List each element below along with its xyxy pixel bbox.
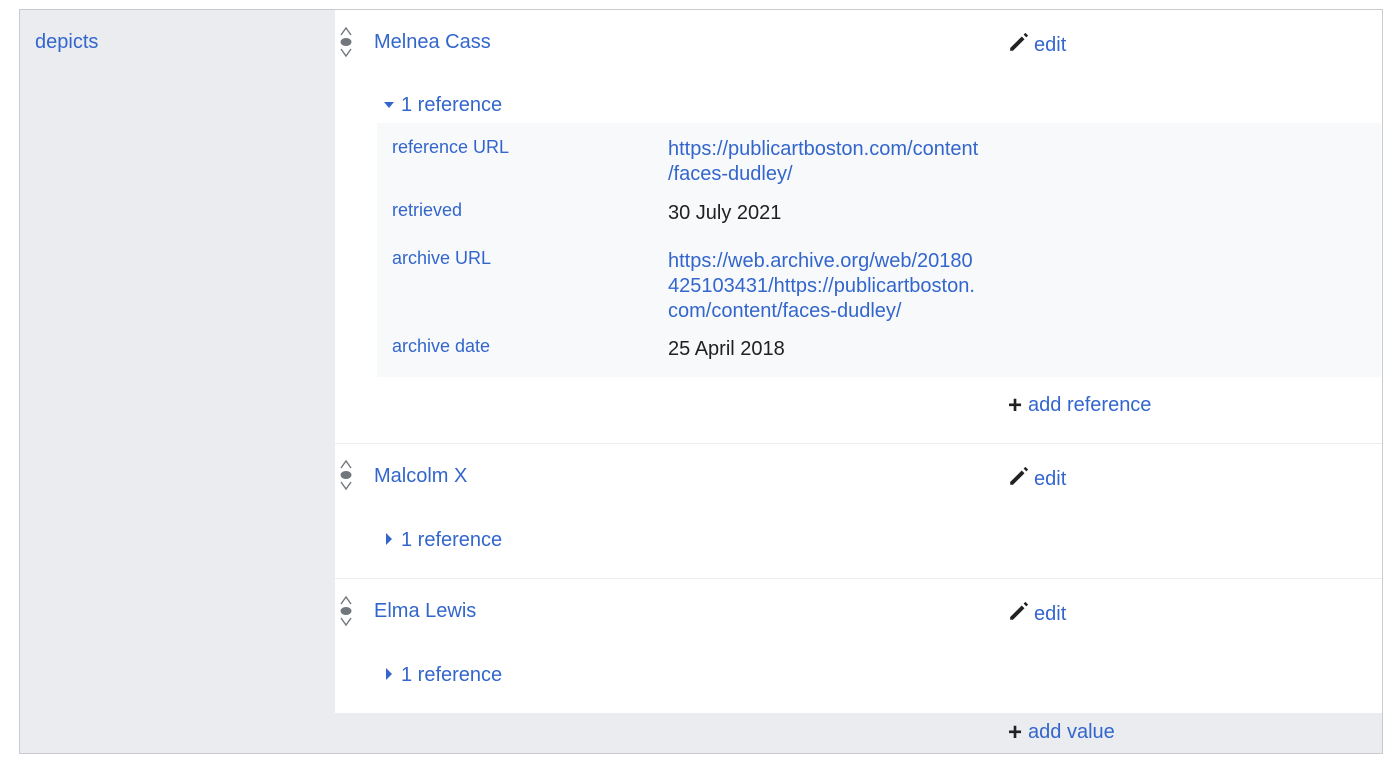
edit-button[interactable]: edit: [1008, 465, 1066, 493]
reference-block: reference URL https://publicartboston.co…: [377, 123, 1381, 377]
normal-rank-icon[interactable]: [339, 459, 353, 496]
statement-malcolm-x: Malcolm X edit 1 reference: [335, 444, 1382, 579]
references-toggle[interactable]: 1 reference: [383, 664, 502, 687]
reference-property[interactable]: archive URL: [392, 248, 491, 269]
add-value-label: add value: [1028, 721, 1115, 743]
statement-value[interactable]: Elma Lewis: [374, 600, 476, 623]
edit-label: edit: [1034, 602, 1067, 625]
statement-list: Melnea Cass edit 1 reference reference U…: [335, 10, 1382, 713]
reference-value: 30 July 2021: [668, 202, 782, 224]
triangle-right-icon: [383, 529, 395, 552]
plus-icon: +: [1008, 718, 1023, 746]
edit-button[interactable]: edit: [1008, 600, 1066, 628]
reference-value-link[interactable]: https://publicartboston.com/content /fac…: [668, 137, 998, 187]
statement-elma-lewis: Elma Lewis edit 1 reference: [335, 579, 1382, 713]
add-value-button[interactable]: + add value: [1008, 718, 1115, 746]
statement-value[interactable]: Melnea Cass: [374, 31, 491, 54]
reference-property[interactable]: retrieved: [392, 200, 462, 221]
normal-rank-icon[interactable]: [339, 595, 353, 632]
references-count: 1 reference: [401, 94, 503, 116]
triangle-right-icon: [383, 664, 395, 687]
statement-value[interactable]: Malcolm X: [374, 465, 467, 488]
normal-rank-icon[interactable]: [339, 26, 353, 63]
reference-value-link[interactable]: https://web.archive.org/web/20180 425103…: [668, 249, 998, 324]
references-toggle[interactable]: 1 reference: [383, 94, 502, 117]
statement-group-depicts: depicts Melnea Cass edit 1 reference ref…: [19, 9, 1383, 754]
edit-label: edit: [1034, 467, 1067, 490]
plus-icon: +: [1008, 391, 1023, 419]
references-toggle[interactable]: 1 reference: [383, 529, 502, 552]
add-reference-label: add reference: [1028, 394, 1152, 416]
triangle-down-icon: [383, 94, 395, 117]
property-label-depicts[interactable]: depicts: [35, 31, 98, 54]
statement-melnea-cass: Melnea Cass edit 1 reference reference U…: [335, 10, 1382, 444]
reference-property[interactable]: archive date: [392, 336, 490, 357]
reference-property[interactable]: reference URL: [392, 137, 509, 158]
pencil-icon: [1008, 600, 1030, 628]
pencil-icon: [1008, 31, 1030, 59]
edit-button[interactable]: edit: [1008, 31, 1066, 59]
add-reference-button[interactable]: + add reference: [1008, 391, 1152, 419]
pencil-icon: [1008, 465, 1030, 493]
reference-value: 25 April 2018: [668, 338, 785, 360]
references-count: 1 reference: [401, 664, 503, 686]
edit-label: edit: [1034, 33, 1067, 56]
references-count: 1 reference: [401, 529, 503, 551]
